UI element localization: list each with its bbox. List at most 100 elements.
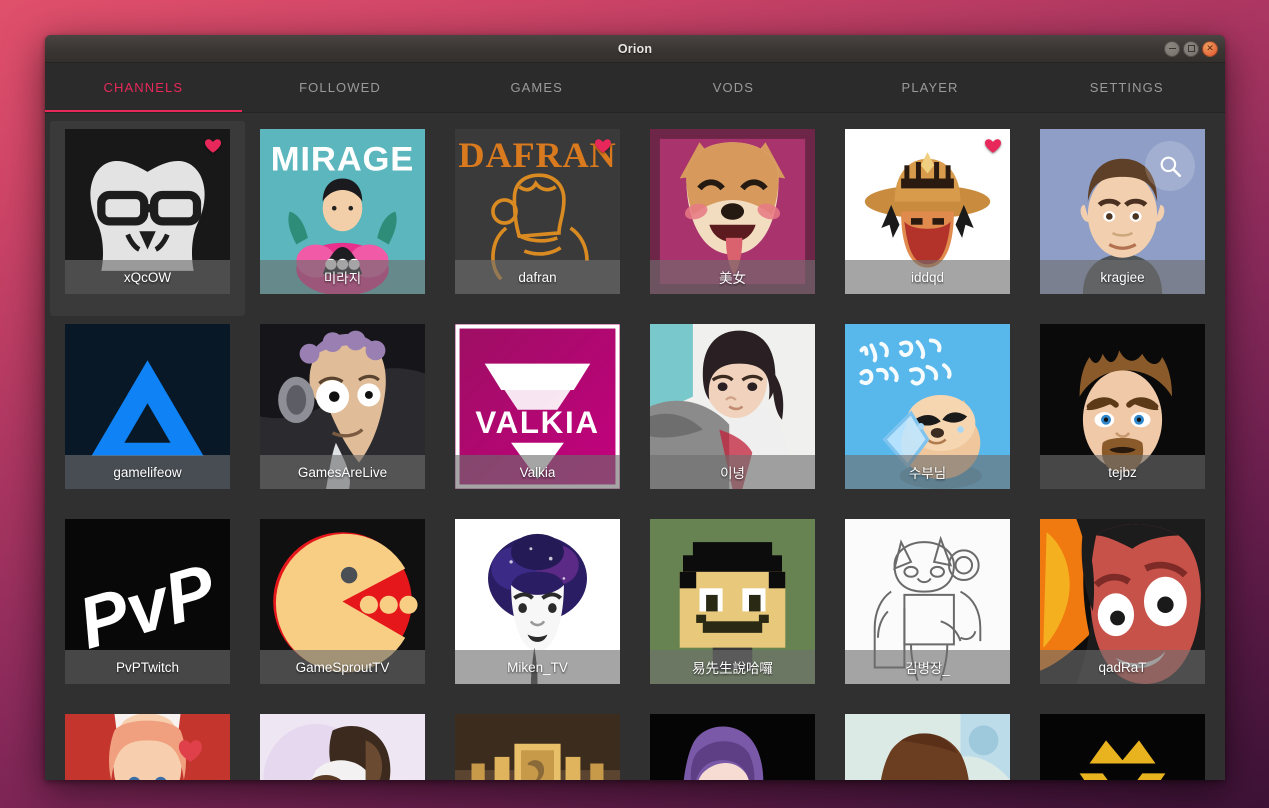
channel-card[interactable]: qadRaT [1025, 511, 1220, 706]
channel-name-bar: qadRaT [1040, 650, 1205, 684]
channel-card[interactable] [50, 706, 245, 780]
channel-name: Valkia [519, 464, 556, 480]
channel-card[interactable] [635, 706, 830, 780]
favorite-heart-icon[interactable] [594, 137, 612, 155]
channel-name-bar: kragiee [1040, 260, 1205, 294]
channel-thumbnail[interactable] [455, 714, 620, 780]
channel-thumbnail[interactable] [260, 714, 425, 780]
channel-thumbnail[interactable]: 易先生說哈囉 [650, 519, 815, 684]
channel-avatar-image [650, 714, 815, 780]
channel-thumbnail[interactable]: dafran [455, 129, 620, 294]
channel-name: xQcOW [123, 269, 172, 285]
channel-thumbnail[interactable]: 김병장_ [845, 519, 1010, 684]
minimize-button[interactable] [1164, 40, 1180, 57]
channel-name-bar: 미라지 [260, 260, 425, 294]
channel-name-bar: tejbz [1040, 455, 1205, 489]
tab-followed[interactable]: FOLLOWED [242, 63, 439, 112]
channel-thumbnail[interactable]: xQcOW [65, 129, 230, 294]
title-bar: Orion ✕ [45, 35, 1225, 63]
close-button[interactable]: ✕ [1202, 40, 1218, 57]
channel-name-bar: 이녕 [650, 455, 815, 489]
channel-name: GameSproutTV [295, 659, 390, 675]
channel-card[interactable]: iddqd [830, 121, 1025, 316]
channel-card[interactable]: 이녕 [635, 316, 830, 511]
channel-card[interactable]: GamesAreLive [245, 316, 440, 511]
channel-thumbnail[interactable]: 美女 [650, 129, 815, 294]
tab-games[interactable]: GAMES [438, 63, 635, 112]
channel-card[interactable]: kragiee [1025, 121, 1220, 316]
channel-name: GamesAreLive [297, 464, 388, 480]
channel-thumbnail[interactable]: Valkia [455, 324, 620, 489]
channel-name-bar: 수부님 [845, 455, 1010, 489]
channel-name-bar: GamesAreLive [260, 455, 425, 489]
channel-thumbnail[interactable]: PvPTwitch [65, 519, 230, 684]
channel-card[interactable] [245, 706, 440, 780]
channel-card[interactable]: GameSproutTV [245, 511, 440, 706]
channel-card[interactable]: Valkia [440, 316, 635, 511]
channel-thumbnail[interactable] [650, 714, 815, 780]
channel-name: tejbz [1108, 464, 1137, 480]
channel-thumbnail[interactable]: 수부님 [845, 324, 1010, 489]
channel-name: iddqd [910, 269, 945, 285]
tab-settings[interactable]: SETTINGS [1028, 63, 1225, 112]
channel-name: qadRaT [1098, 659, 1147, 675]
channel-name: 易先生說哈囉 [692, 661, 773, 676]
app-window: Orion ✕ CHANNELS FOLLOWED GAMES VODS PLAYER S… [45, 35, 1225, 780]
channel-thumbnail[interactable]: 이녕 [650, 324, 815, 489]
channel-thumbnail[interactable]: tejbz [1040, 324, 1205, 489]
favorite-heart-icon[interactable] [204, 137, 222, 155]
channel-name: 수부님 [908, 466, 947, 481]
channel-avatar-image [1040, 714, 1205, 780]
tab-label: GAMES [510, 80, 563, 95]
channel-card[interactable] [830, 706, 1025, 780]
channel-name: Miken_TV [507, 659, 568, 675]
channel-card[interactable]: 수부님 [830, 316, 1025, 511]
maximize-button[interactable] [1183, 40, 1199, 57]
main-tab-bar: CHANNELS FOLLOWED GAMES VODS PLAYER SETTINGS [45, 63, 1225, 113]
channel-name-bar: Miken_TV [455, 650, 620, 684]
channel-thumbnail[interactable]: GameSproutTV [260, 519, 425, 684]
channel-card[interactable]: 美女 [635, 121, 830, 316]
channel-card[interactable]: tejbz [1025, 316, 1220, 511]
channel-card[interactable] [440, 706, 635, 780]
channel-card[interactable]: gamelifeow [50, 316, 245, 511]
channel-card[interactable]: 미라지 [245, 121, 440, 316]
channel-card[interactable]: 김병장_ [830, 511, 1025, 706]
tab-label: PLAYER [901, 80, 959, 95]
channel-thumbnail[interactable]: 미라지 [260, 129, 425, 294]
channel-card[interactable]: PvPTwitch [50, 511, 245, 706]
channel-thumbnail[interactable]: qadRaT [1040, 519, 1205, 684]
channel-card[interactable]: Miken_TV [440, 511, 635, 706]
channel-thumbnail[interactable]: Miken_TV [455, 519, 620, 684]
channel-name: kragiee [1100, 269, 1145, 285]
channel-name: 김병장_ [905, 661, 950, 676]
channel-name: 美女 [719, 271, 746, 286]
channel-name: PvPTwitch [115, 659, 180, 675]
tab-channels[interactable]: CHANNELS [45, 63, 242, 112]
tab-vods[interactable]: VODS [635, 63, 832, 112]
channel-card[interactable] [1025, 706, 1220, 780]
channel-name-bar: Valkia [455, 455, 620, 489]
channel-name: dafran [518, 269, 557, 285]
channel-thumbnail[interactable] [1040, 714, 1205, 780]
channel-thumbnail[interactable]: gamelifeow [65, 324, 230, 489]
channel-thumbnail[interactable] [845, 714, 1010, 780]
tab-label: FOLLOWED [299, 80, 381, 95]
channel-thumbnail[interactable]: kragiee [1040, 129, 1205, 294]
channel-name: gamelifeow [113, 464, 182, 480]
channel-card[interactable]: xQcOW [50, 121, 245, 316]
channel-card[interactable]: 易先生說哈囉 [635, 511, 830, 706]
channel-avatar-image [845, 714, 1010, 780]
channel-name-bar: GameSproutTV [260, 650, 425, 684]
channel-card[interactable]: dafran [440, 121, 635, 316]
favorite-heart-icon[interactable] [984, 137, 1002, 155]
search-icon[interactable] [1145, 141, 1195, 191]
channel-thumbnail[interactable] [65, 714, 230, 780]
tab-player[interactable]: PLAYER [832, 63, 1029, 112]
channel-thumbnail[interactable]: iddqd [845, 129, 1010, 294]
channel-thumbnail[interactable]: GamesAreLive [260, 324, 425, 489]
channel-name-bar: PvPTwitch [65, 650, 230, 684]
channel-name: 미라지 [323, 271, 362, 286]
window-controls: ✕ [1164, 35, 1218, 62]
channel-grid-scroll-area[interactable]: xQcOW 미라지 dafran 美女 iddqd kragiee gamelifeow Ga… [45, 113, 1225, 780]
